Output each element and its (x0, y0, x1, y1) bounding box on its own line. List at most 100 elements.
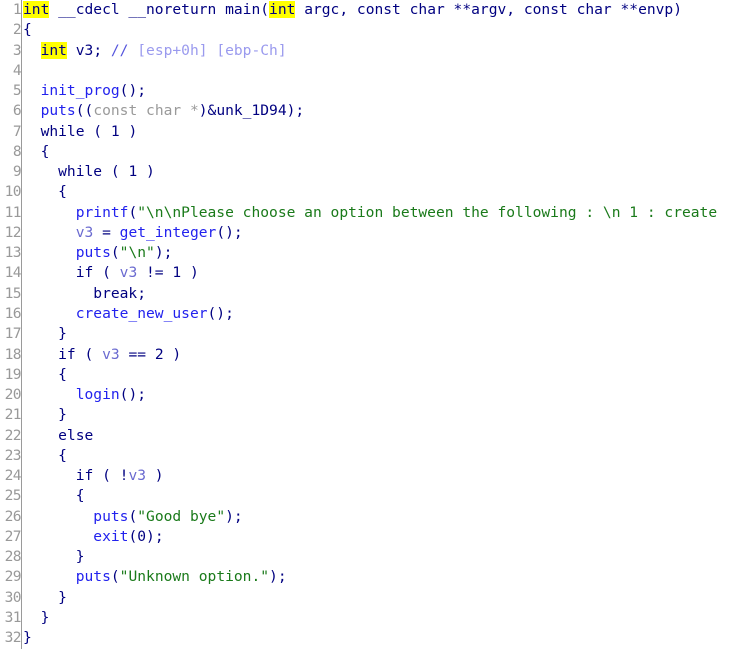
code-token: while ( (23, 122, 111, 140)
code-line[interactable]: 1 int __cdecl __noreturn main(int argc, c… (0, 0, 738, 21)
code-text[interactable]: while ( 1 ) (22, 162, 738, 182)
code-line[interactable]: 8 { (0, 141, 738, 163)
code-text[interactable]: while ( 1 ) (22, 122, 738, 142)
code-token: } (23, 588, 67, 606)
code-text[interactable]: } (22, 547, 738, 567)
code-text[interactable]: puts("Good bye"); (22, 507, 738, 527)
code-text[interactable]: } (22, 324, 738, 344)
code-line[interactable]: 21 } (0, 405, 738, 426)
code-token: 1 (172, 264, 182, 282)
code-token: init_prog (40, 82, 120, 100)
code-token: (); (119, 82, 147, 100)
code-line[interactable]: 12 v3 = get_integer(); (0, 222, 738, 244)
line-number: 13 (0, 243, 22, 264)
code-line[interactable]: 27 exit(0); (0, 526, 738, 548)
code-token: get_integer (119, 223, 217, 241)
code-token: (); (119, 386, 147, 404)
code-text[interactable]: } (22, 628, 738, 648)
line-number: 9 (0, 162, 22, 183)
line-number: 12 (0, 222, 22, 244)
code-line[interactable]: 5 init_prog(); (0, 81, 738, 102)
code-text[interactable]: puts((const char *)&unk_1D94); (22, 101, 738, 121)
code-text[interactable]: exit(0); (22, 527, 738, 547)
code-text[interactable]: int __cdecl __noreturn main(int argc, co… (22, 0, 738, 20)
code-token: v3 (75, 41, 94, 59)
line-number: 5 (0, 81, 22, 102)
code-text[interactable]: login(); (22, 385, 738, 405)
code-line[interactable]: 32} (0, 628, 738, 649)
code-token: ) (146, 467, 164, 485)
line-number: 17 (0, 324, 22, 345)
code-line[interactable]: 2{ (0, 20, 738, 41)
code-token: break; (23, 284, 147, 302)
code-line[interactable]: 31 } (0, 607, 738, 629)
code-token: puts (75, 568, 111, 586)
code-text[interactable]: { (22, 446, 738, 466)
code-text[interactable]: { (22, 142, 738, 162)
code-line[interactable]: 14 if ( v3 != 1 ) (0, 263, 738, 284)
line-number: 15 (0, 283, 22, 304)
code-line[interactable]: 24 if ( !v3 ) (0, 466, 738, 487)
code-line[interactable]: 30 } (0, 587, 738, 608)
code-text[interactable]: { (22, 182, 738, 202)
code-line[interactable]: 15 break; (0, 283, 738, 304)
code-text[interactable]: else (22, 426, 738, 446)
code-text[interactable]: init_prog(); (22, 81, 738, 101)
code-line[interactable]: 17 } (0, 324, 738, 345)
code-text[interactable]: } (22, 588, 738, 608)
code-text[interactable]: int v3; // [esp+0h] [ebp-Ch] (22, 41, 738, 61)
code-line[interactable]: 18 if ( v3 == 2 ) (0, 344, 738, 365)
code-text[interactable]: break; (22, 284, 738, 304)
code-text[interactable]: { (22, 365, 738, 385)
code-text[interactable]: if ( !v3 ) (22, 466, 738, 486)
code-line[interactable]: 4 (0, 60, 738, 82)
code-token: if ( (23, 264, 120, 282)
code-text[interactable]: create_new_user(); (22, 304, 738, 324)
code-token: != (137, 264, 173, 282)
code-token: v3 (75, 223, 94, 241)
code-line[interactable]: 11 printf("\n\nPlease choose an option b… (0, 202, 738, 223)
code-token: "\n\nPlease choose an option between the… (137, 203, 718, 221)
line-number: 27 (0, 526, 22, 548)
code-text[interactable]: if ( v3 != 1 ) (22, 263, 738, 283)
code-line[interactable]: 23 { (0, 445, 738, 467)
code-text[interactable]: puts("Unknown option."); (22, 567, 738, 587)
code-line[interactable]: 16 create_new_user(); (0, 303, 738, 325)
code-token: ) (137, 163, 155, 181)
code-line[interactable]: 10 { (0, 182, 738, 203)
code-line[interactable]: 29 puts("Unknown option."); (0, 567, 738, 588)
code-text[interactable]: v3 = get_integer(); (22, 223, 738, 243)
code-line[interactable]: 26 puts("Good bye"); (0, 506, 738, 527)
code-line[interactable]: 9 while ( 1 ) (0, 162, 738, 183)
code-text[interactable] (22, 61, 738, 81)
code-line[interactable]: 22 else (0, 425, 738, 446)
code-line[interactable]: 7 while ( 1 ) (0, 121, 738, 142)
code-line[interactable]: 20 login(); (0, 385, 738, 406)
code-line[interactable]: 6 puts((const char *)&unk_1D94); (0, 101, 738, 122)
code-line[interactable]: 25 { (0, 486, 738, 507)
code-token: } (23, 406, 67, 424)
code-token: argc, const char **argv, const char **en… (295, 1, 682, 18)
code-line[interactable]: 28 } (0, 547, 738, 568)
line-number: 8 (0, 141, 22, 163)
code-text[interactable]: { (22, 20, 738, 40)
code-token: printf (75, 203, 129, 221)
code-text[interactable]: } (22, 405, 738, 425)
code-token: ) (163, 345, 182, 363)
code-text[interactable]: { (22, 486, 738, 506)
code-text[interactable]: } (22, 608, 738, 628)
code-line[interactable]: 19 { (0, 364, 738, 386)
code-text[interactable]: puts("\n"); (22, 243, 738, 263)
code-text[interactable]: printf("\n\nPlease choose an option betw… (22, 203, 738, 223)
code-token: } (23, 548, 85, 566)
pseudocode-view[interactable]: 1 int __cdecl __noreturn main(int argc, c… (0, 0, 738, 649)
code-line[interactable]: 13 puts("\n"); (0, 243, 738, 264)
line-number: 3 (0, 40, 22, 61)
code-line[interactable]: 3 int v3; // [esp+0h] [ebp-Ch] (0, 40, 738, 61)
code-area[interactable]: 1 int __cdecl __noreturn main(int argc, c… (0, 0, 738, 649)
code-text[interactable]: if ( v3 == 2 ) (22, 345, 738, 365)
line-number: 26 (0, 506, 22, 527)
